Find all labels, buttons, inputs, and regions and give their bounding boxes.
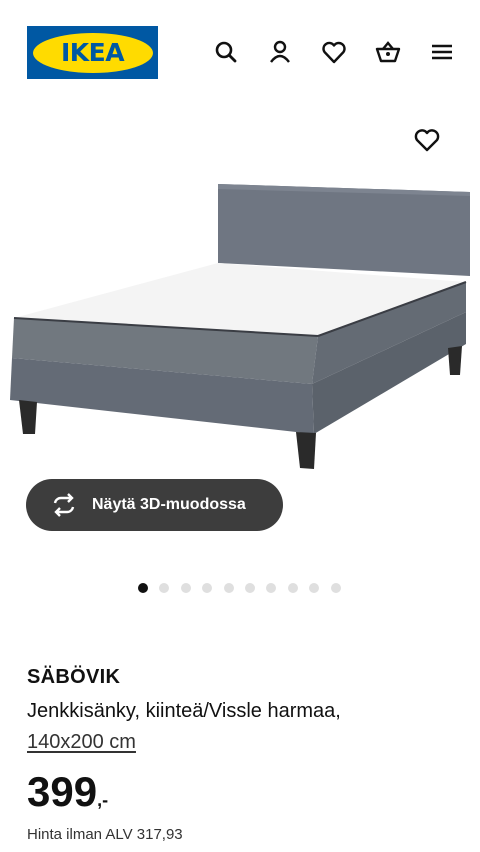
view-3d-button[interactable]: Näytä 3D-muodossa [26,479,283,531]
menu-icon[interactable] [428,38,456,66]
price-main: 399 [27,768,98,815]
product-price: 399,- [27,764,108,828]
carousel-indicator [138,583,341,593]
favorite-heart-icon[interactable] [412,125,442,155]
product-image-bed [10,184,470,469]
carousel-dot-10[interactable] [330,583,341,593]
logo-wordmark: IKEA [32,32,153,73]
product-size-link[interactable]: 140x200 cm [27,731,136,754]
carousel-dot-8[interactable] [287,583,298,593]
rotate-3d-icon [50,491,78,519]
basket-icon[interactable] [374,38,402,66]
carousel-dot-2[interactable] [159,583,170,593]
price-suffix: ,- [97,790,109,810]
carousel-dot-9[interactable] [309,583,320,593]
product-description: Jenkkisänky, kiinteä/Vissle harmaa, [27,700,341,722]
header-icons [212,38,456,66]
carousel-dot-3[interactable] [180,583,191,593]
user-icon[interactable] [266,38,294,66]
carousel-dot-5[interactable] [223,583,234,593]
site-header: IKEA [0,0,480,100]
heart-icon[interactable] [320,38,348,66]
view-3d-label: Näytä 3D-muodossa [92,496,246,513]
search-icon[interactable] [212,38,240,66]
carousel-dot-6[interactable] [244,583,255,593]
price-without-vat: Hinta ilman ALV 317,93 [27,826,183,843]
carousel-dot-1[interactable] [138,583,148,593]
product-name: SÄBÖVIK [27,666,121,688]
carousel-dot-4[interactable] [202,583,213,593]
carousel-dot-7[interactable] [266,583,277,593]
ikea-logo[interactable]: IKEA [27,26,158,79]
